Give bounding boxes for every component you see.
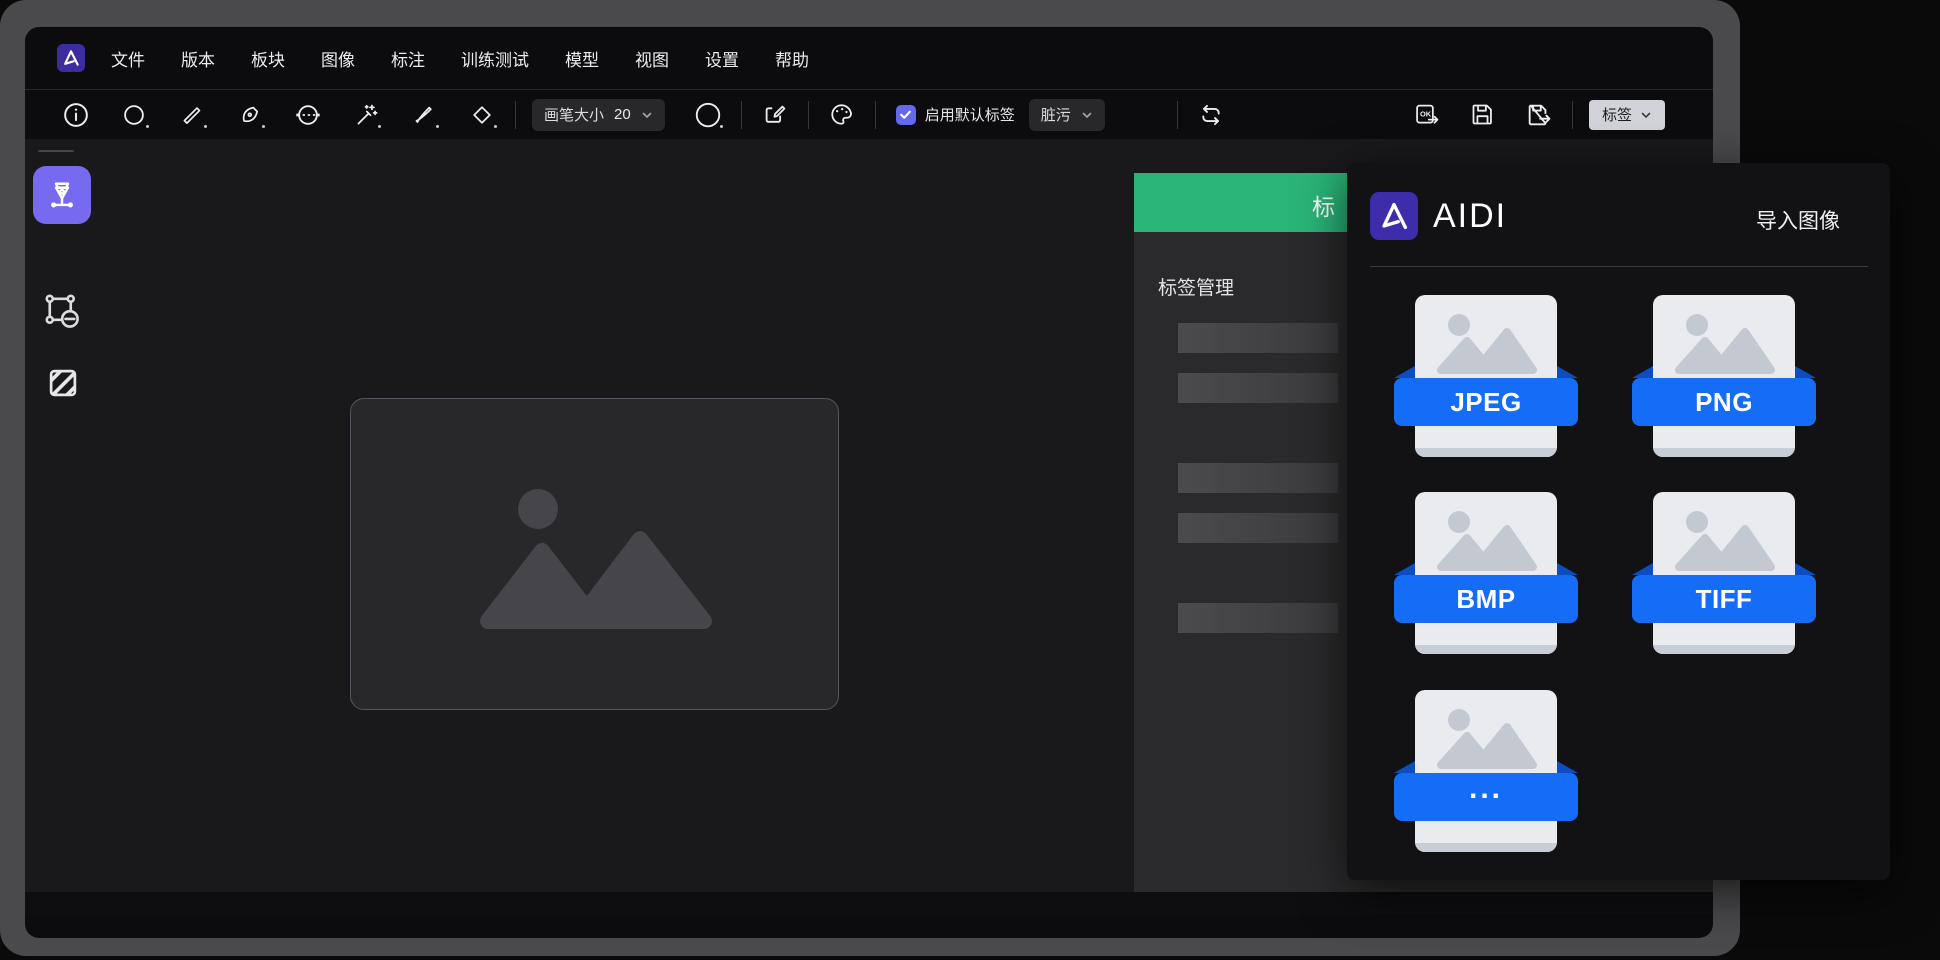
format-ribbon: ...: [1394, 773, 1578, 821]
format-ribbon: PNG: [1632, 378, 1816, 426]
ribbon-fold: [1557, 563, 1578, 575]
aidi-logo-icon: [1370, 192, 1418, 240]
image-thumbnail-icon: [1667, 308, 1781, 374]
ok-submit-icon[interactable]: OK: [1410, 98, 1444, 132]
toolbar-divider: [1177, 101, 1178, 129]
skeleton-row: [1178, 463, 1338, 493]
chevron-down-icon: [1081, 109, 1093, 121]
ellipse-dashed-tool-icon[interactable]: [291, 98, 325, 132]
toolbar: 画笔大小 20 启用默认标签 脏污: [25, 89, 1713, 139]
image-thumbnail-icon: [1429, 703, 1543, 769]
label-transform-icon[interactable]: [758, 98, 792, 132]
magic-wand-tool-icon[interactable]: [349, 98, 383, 132]
menu-item-version[interactable]: 版本: [181, 46, 215, 71]
label-menu-button[interactable]: 标签: [1589, 100, 1665, 130]
brush-tool-icon[interactable]: [407, 98, 441, 132]
canvas-image-placeholder: [350, 398, 839, 710]
menu-item-model[interactable]: 模型: [565, 46, 599, 71]
brush-size-dropdown[interactable]: 画笔大小 20: [532, 99, 665, 131]
format-label: JPEG: [1450, 387, 1521, 418]
menu-items: 文件 版本 板块 图像 标注 训练测试 模型 视图 设置 帮助: [111, 46, 809, 71]
fill-pattern-tool[interactable]: [43, 363, 83, 403]
chevron-down-icon: [1640, 109, 1652, 121]
aidi-brand-text: AIDI: [1433, 197, 1507, 236]
default-label-checkbox-label: 启用默认标签: [925, 104, 1015, 125]
circle-brush-icon[interactable]: [691, 98, 725, 132]
skeleton-row: [1178, 513, 1338, 543]
brush-size-label: 画笔大小: [544, 104, 604, 125]
format-ribbon: JPEG: [1394, 378, 1578, 426]
toolbar-divider: [875, 101, 876, 129]
palette-icon[interactable]: [825, 98, 859, 132]
ribbon-fold: [1557, 366, 1578, 378]
skeleton-row: [1178, 603, 1338, 633]
app-logo-icon: [57, 44, 85, 72]
ribbon-fold: [1795, 366, 1816, 378]
menu-item-train-test[interactable]: 训练测试: [461, 46, 529, 71]
default-label-checkbox[interactable]: [896, 105, 916, 125]
toolbar-divider: [515, 101, 516, 129]
image-thumbnail-icon: [1429, 505, 1543, 571]
ribbon-fold: [1394, 761, 1415, 773]
label-class-value: 脏污: [1041, 104, 1071, 125]
exclude-region-tool[interactable]: [40, 289, 84, 333]
format-card-more[interactable]: ...: [1394, 690, 1578, 852]
ribbon-fold: [1394, 563, 1415, 575]
circle-tool-icon[interactable]: [117, 98, 151, 132]
menu-item-image[interactable]: 图像: [321, 46, 355, 71]
pen-anchor-tool[interactable]: [33, 166, 91, 224]
status-bar: [25, 892, 1713, 915]
label-class-dropdown[interactable]: 脏污: [1029, 99, 1105, 131]
pencil-tool-icon[interactable]: [175, 98, 209, 132]
skeleton-row: [1178, 373, 1338, 403]
save-icon[interactable]: [1466, 98, 1500, 132]
ribbon-fold: [1394, 366, 1415, 378]
image-thumbnail-icon: [1667, 505, 1781, 571]
format-label: BMP: [1456, 584, 1515, 615]
menu-item-annotation[interactable]: 标注: [391, 46, 425, 71]
toolbar-divider: [1572, 101, 1573, 129]
format-card-bmp[interactable]: BMP: [1394, 492, 1578, 654]
image-placeholder-icon: [470, 479, 720, 629]
eraser-tool-icon[interactable]: [465, 98, 499, 132]
label-menu-button-text: 标签: [1602, 104, 1632, 125]
screenshot-stage: 文件 版本 板块 图像 标注 训练测试 模型 视图 设置 帮助: [0, 0, 1940, 960]
menu-item-settings[interactable]: 设置: [705, 46, 739, 71]
format-card-png[interactable]: PNG: [1632, 295, 1816, 457]
format-label: TIFF: [1696, 584, 1753, 615]
brush-size-value: 20: [614, 106, 631, 123]
ribbon-fold: [1632, 366, 1653, 378]
more-formats-label: ...: [1469, 772, 1503, 806]
toolbar-divider: [808, 101, 809, 129]
image-thumbnail-icon: [1429, 308, 1543, 374]
menu-item-view[interactable]: 视图: [635, 46, 669, 71]
toolbar-right-group: OK 标签: [1410, 98, 1665, 132]
format-label: PNG: [1695, 387, 1753, 418]
format-card-tiff[interactable]: TIFF: [1632, 492, 1816, 654]
ribbon-fold: [1632, 563, 1653, 575]
label-panel-header-text: 标: [1312, 188, 1335, 222]
format-ribbon: TIFF: [1632, 575, 1816, 623]
ribbon-fold: [1795, 563, 1816, 575]
save-export-icon[interactable]: [1522, 98, 1556, 132]
sidebar-divider: [38, 150, 74, 152]
menu-item-help[interactable]: 帮助: [775, 46, 809, 71]
info-icon[interactable]: [59, 98, 93, 132]
import-image-title: 导入图像: [1756, 205, 1840, 235]
toolbar-divider: [741, 101, 742, 129]
format-ribbon: BMP: [1394, 575, 1578, 623]
format-card-jpeg[interactable]: JPEG: [1394, 295, 1578, 457]
menu-item-section[interactable]: 板块: [251, 46, 285, 71]
dialog-divider: [1370, 266, 1868, 267]
svg-text:OK: OK: [1420, 109, 1432, 118]
skeleton-row: [1178, 323, 1338, 353]
menu-item-file[interactable]: 文件: [111, 46, 145, 71]
label-manager-title: 标签管理: [1158, 273, 1234, 300]
chevron-down-icon: [641, 109, 653, 121]
import-image-dialog: AIDI 导入图像 JPEG PNG BMP TIFF ...: [1347, 163, 1890, 880]
pen-nib-tool-icon[interactable]: [233, 98, 267, 132]
menu-bar: 文件 版本 板块 图像 标注 训练测试 模型 视图 设置 帮助: [25, 27, 1713, 89]
ribbon-fold: [1557, 761, 1578, 773]
loop-icon[interactable]: [1194, 98, 1228, 132]
